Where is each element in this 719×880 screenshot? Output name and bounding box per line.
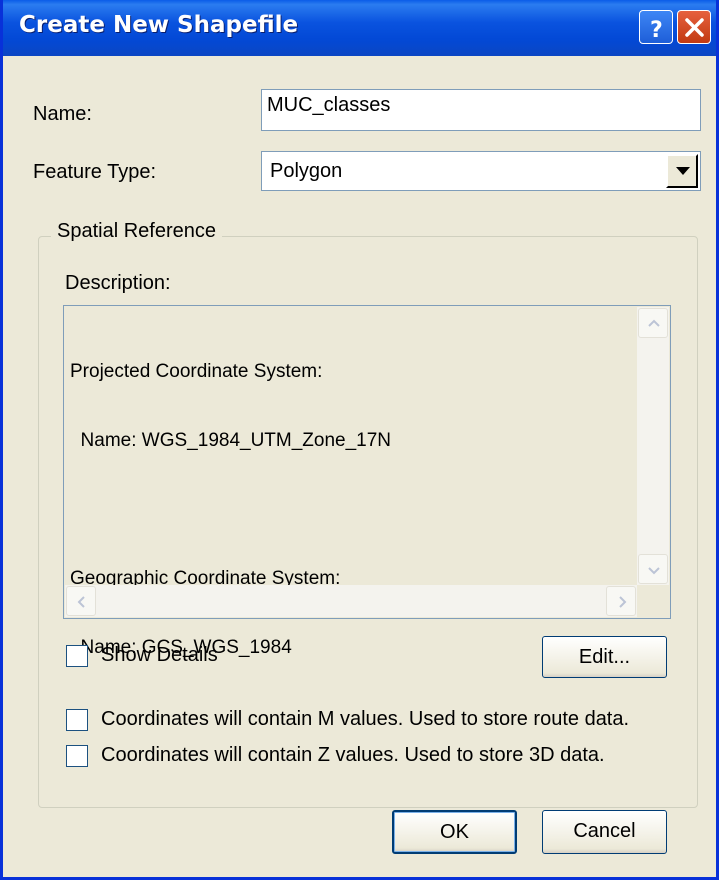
ok-button[interactable]: OK bbox=[392, 810, 517, 854]
z-values-label: Coordinates will contain Z values. Used … bbox=[101, 744, 605, 766]
scrollbar-corner bbox=[637, 585, 669, 617]
spatial-reference-legend: Spatial Reference bbox=[51, 220, 222, 243]
title-bar[interactable]: Create New Shapefile ? bbox=[3, 0, 716, 56]
scroll-down-icon[interactable] bbox=[638, 554, 668, 584]
horizontal-scrollbar[interactable] bbox=[65, 585, 637, 617]
m-values-checkbox[interactable] bbox=[66, 709, 88, 731]
scroll-left-icon[interactable] bbox=[66, 586, 96, 616]
show-details-checkbox[interactable] bbox=[66, 645, 88, 667]
description-label: Description: bbox=[65, 272, 171, 294]
m-values-label: Coordinates will contain M values. Used … bbox=[101, 708, 630, 730]
dialog-window: Create New Shapefile ? Name: MUC_classes… bbox=[0, 0, 719, 880]
chevron-down-icon[interactable] bbox=[666, 154, 698, 188]
description-line bbox=[70, 498, 391, 521]
feature-type-select[interactable]: Polygon bbox=[261, 151, 701, 191]
close-icon[interactable] bbox=[677, 10, 711, 44]
edit-button[interactable]: Edit... bbox=[542, 636, 667, 678]
feature-type-value: Polygon bbox=[270, 160, 343, 182]
name-input-value: MUC_classes bbox=[267, 94, 391, 116]
description-line: Projected Coordinate System: bbox=[70, 361, 323, 382]
vertical-scrollbar[interactable] bbox=[637, 307, 669, 585]
description-textbox[interactable]: Projected Coordinate System: Name: WGS_1… bbox=[63, 305, 671, 658]
cancel-button[interactable]: Cancel bbox=[542, 810, 667, 854]
z-values-checkbox[interactable] bbox=[66, 745, 88, 767]
scroll-right-icon[interactable] bbox=[606, 586, 636, 616]
show-details-label: Show Details bbox=[101, 644, 218, 666]
feature-type-label: Feature Type: bbox=[33, 161, 157, 183]
scroll-up-icon[interactable] bbox=[638, 308, 668, 338]
description-line: Name: WGS_1984_UTM_Zone_17N bbox=[70, 430, 392, 451]
svg-text:?: ? bbox=[650, 18, 663, 43]
name-input[interactable]: MUC_classes bbox=[261, 89, 701, 131]
dialog-title: Create New Shapefile bbox=[19, 12, 299, 38]
help-icon[interactable]: ? bbox=[639, 10, 673, 44]
name-label: Name: bbox=[33, 103, 92, 125]
